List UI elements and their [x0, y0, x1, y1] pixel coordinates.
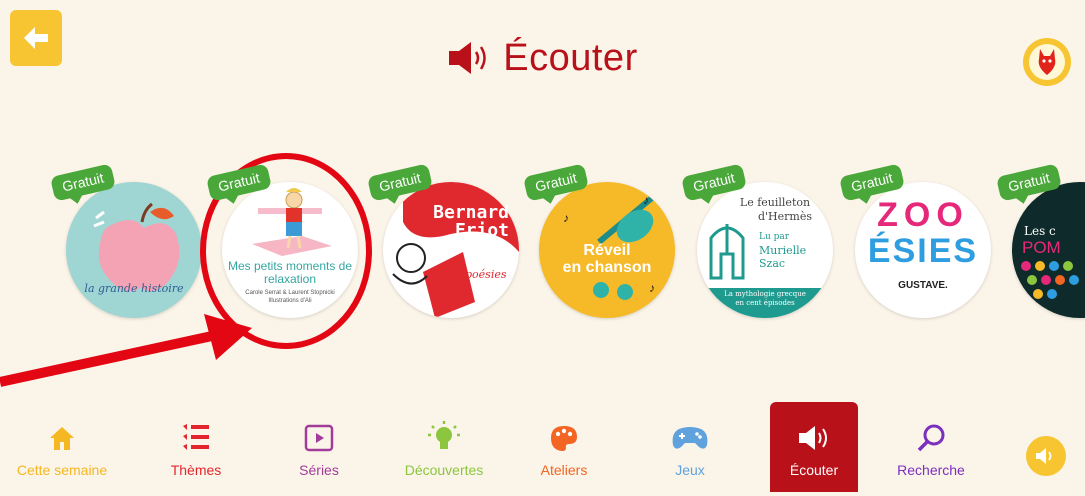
card-lupar: Lu par [759, 232, 790, 242]
profile-avatar-button[interactable] [1023, 38, 1071, 86]
speaker-icon [449, 42, 487, 74]
card-title-line2: d'Hermès [757, 210, 812, 223]
card-title: Bernard Friot [433, 202, 509, 241]
svg-text:♪: ♪ [563, 211, 569, 225]
nav-label: Recherche [897, 462, 965, 478]
arrow-annotation [0, 314, 252, 387]
nav-label: Cette semaine [16, 462, 108, 478]
card-reader-first: Murielle [759, 244, 807, 257]
card-title-line2: POM [1022, 238, 1061, 257]
nav-jeux[interactable]: Jeux [640, 418, 740, 488]
card-reveil-en-chanson[interactable]: ♪ ♪ ♪ Réveil en chanson Gratuit [522, 163, 675, 318]
svg-text:♪: ♪ [649, 281, 655, 295]
nav-label: Ateliers [540, 462, 588, 478]
nav-ecouter[interactable]: Écouter [764, 418, 864, 488]
card-title-line1: Le feuilleton [739, 196, 811, 209]
card-title-line2: en chanson [562, 259, 652, 276]
nav-cette-semaine[interactable]: Cette semaine [12, 418, 112, 488]
nav-series[interactable]: Séries [269, 418, 369, 488]
cover-la-grande-histoire [66, 182, 202, 318]
apple-illustration [93, 202, 180, 292]
card-reader-last: Szac [759, 257, 786, 270]
card-title-line1: Réveil [583, 242, 631, 259]
nav-label: Écouter [789, 462, 839, 478]
card-title-word1: ZOO [877, 196, 969, 234]
home-icon [50, 427, 74, 450]
card-author: GUSTAVE. [898, 280, 948, 291]
search-icon [917, 424, 945, 452]
play-icon [304, 424, 334, 452]
lightbulb-icon [428, 421, 460, 449]
nav-label: Séries [299, 462, 339, 478]
card-zoo-esies[interactable]: ZOO ÉSIES GUSTAVE. Gratuit [838, 163, 991, 318]
card-title: Mes petits moments de relaxation [227, 259, 353, 286]
page-title: Écouter [0, 28, 1085, 88]
card-feuilleton-hermes[interactable]: Le feuilleton d'Hermès Lu par Murielle S… [680, 163, 833, 318]
card-la-grande-histoire[interactable]: la grande histoire Gratuit [49, 163, 202, 318]
card-title-line1: Les c [1024, 224, 1056, 238]
nav-label: Thèmes [170, 462, 222, 478]
card-tagline: La mythologie grecque en cent épisodes [724, 290, 806, 307]
speaker-icon [799, 426, 827, 450]
nav-label: Découvertes [404, 462, 484, 478]
fox-mascot-icon [1038, 49, 1056, 75]
page-title-text: Écouter [503, 36, 638, 79]
gamepad-icon [672, 427, 708, 449]
nav-recherche[interactable]: Recherche [881, 418, 981, 488]
card-bernard-friot[interactable]: Bernard Friot poésies Gratuit [366, 163, 519, 318]
list-icon [183, 424, 209, 450]
bottom-nav-bar: Cette semaine Thèmes Séries Découvertes … [0, 398, 1085, 496]
card-title: la grande histoire [84, 282, 184, 295]
card-authors: Carole Serrat & Laurent Stopnicki [245, 290, 335, 296]
card-mes-petits-moments[interactable]: Mes petits moments de relaxation Carole … [205, 163, 358, 318]
svg-text:♪: ♪ [643, 193, 649, 207]
sound-toggle-button[interactable] [1026, 436, 1066, 476]
speaker-icon [1036, 448, 1052, 464]
helmet-icon [709, 224, 745, 280]
nav-ateliers[interactable]: Ateliers [514, 418, 614, 488]
palette-icon [551, 426, 577, 451]
nav-themes[interactable]: Thèmes [146, 418, 246, 488]
card-title-word2: ÉSIES [867, 232, 979, 270]
nav-label: Jeux [675, 462, 705, 478]
card-subtitle: poésies [465, 268, 507, 281]
card-les-pom[interactable]: Les c POM Gratuit [995, 163, 1085, 318]
nav-decouvertes[interactable]: Découvertes [394, 418, 494, 488]
